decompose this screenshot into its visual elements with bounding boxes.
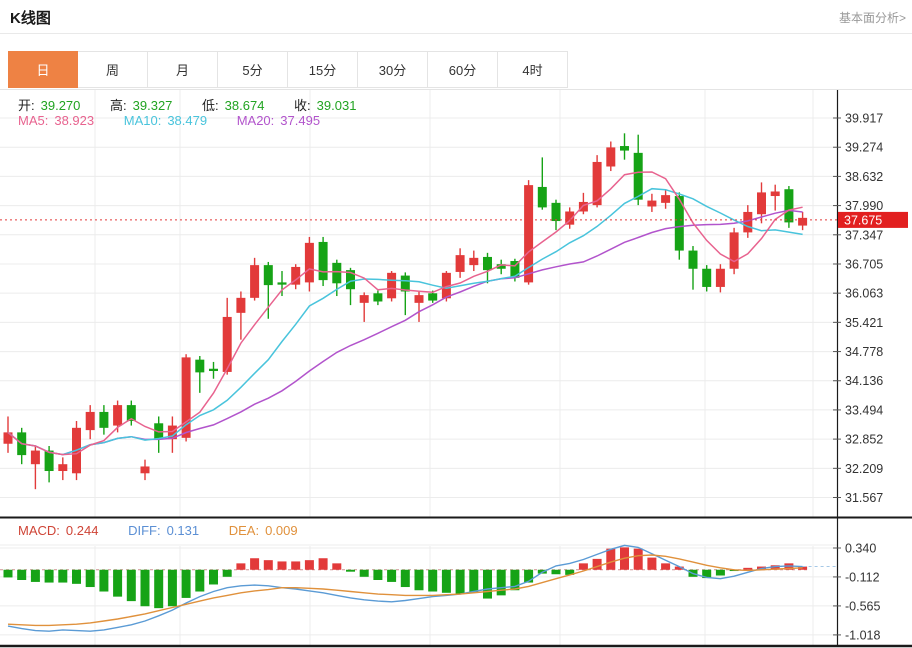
svg-text:38.632: 38.632 xyxy=(845,170,883,184)
ma-legend: MA5: 38.923 MA10: 38.479 MA20: 37.495 xyxy=(18,113,326,128)
svg-text:37.347: 37.347 xyxy=(845,228,883,242)
high-value: 39.327 xyxy=(133,98,173,113)
current-price-badge: 37.675 xyxy=(838,212,908,228)
svg-text:31.567: 31.567 xyxy=(845,491,883,505)
high-label: 高: xyxy=(110,98,127,113)
svg-text:0.340: 0.340 xyxy=(845,542,876,556)
svg-text:32.852: 32.852 xyxy=(845,433,883,447)
dea-label: DEA: xyxy=(229,523,259,538)
svg-text:39.917: 39.917 xyxy=(845,112,883,126)
ma5-label: MA5: xyxy=(18,113,48,128)
gridlines xyxy=(0,90,837,645)
svg-text:34.778: 34.778 xyxy=(845,345,883,359)
open-value: 39.270 xyxy=(41,98,81,113)
open-label: 开: xyxy=(18,98,35,113)
ohlc-legend: 开: 39.270 高: 39.327 低: 38.674 收: 39.031 xyxy=(18,95,362,114)
svg-text:33.494: 33.494 xyxy=(845,403,883,417)
svg-text:32.209: 32.209 xyxy=(845,462,883,476)
svg-text:37.675: 37.675 xyxy=(844,213,882,227)
dea-value: 0.009 xyxy=(265,523,298,538)
svg-text:-0.112: -0.112 xyxy=(845,570,880,584)
diff-label: DIFF: xyxy=(128,523,161,538)
macd-value: 0.244 xyxy=(66,523,99,538)
ma20-value: 37.495 xyxy=(280,113,320,128)
right-price-axis: 39.917 39.274 38.632 37.990 37.347 36.705 36.0… xyxy=(0,90,912,647)
ma10-value: 38.479 xyxy=(167,113,207,128)
candlestick-plot xyxy=(4,133,808,489)
ma5-value: 38.923 xyxy=(54,113,94,128)
svg-text:-0.565: -0.565 xyxy=(845,599,880,613)
diff-value: 0.131 xyxy=(167,523,200,538)
macd-plot xyxy=(0,545,837,631)
ma20-label: MA20: xyxy=(237,113,275,128)
svg-text:34.136: 34.136 xyxy=(845,374,883,388)
ma10-label: MA10: xyxy=(124,113,162,128)
macd-legend: MACD: 0.244 DIFF: 0.131 DEA: 0.009 xyxy=(18,523,304,538)
svg-text:36.705: 36.705 xyxy=(845,257,883,271)
macd-label: MACD: xyxy=(18,523,60,538)
close-label: 收: xyxy=(294,98,311,113)
svg-text:39.274: 39.274 xyxy=(845,141,883,155)
low-value: 38.674 xyxy=(225,98,265,113)
svg-text:-1.018: -1.018 xyxy=(845,628,880,642)
close-value: 39.031 xyxy=(317,98,357,113)
svg-text:36.063: 36.063 xyxy=(845,287,883,301)
low-label: 低: xyxy=(202,98,219,113)
svg-text:35.421: 35.421 xyxy=(845,316,883,330)
svg-text:37.990: 37.990 xyxy=(845,199,883,213)
